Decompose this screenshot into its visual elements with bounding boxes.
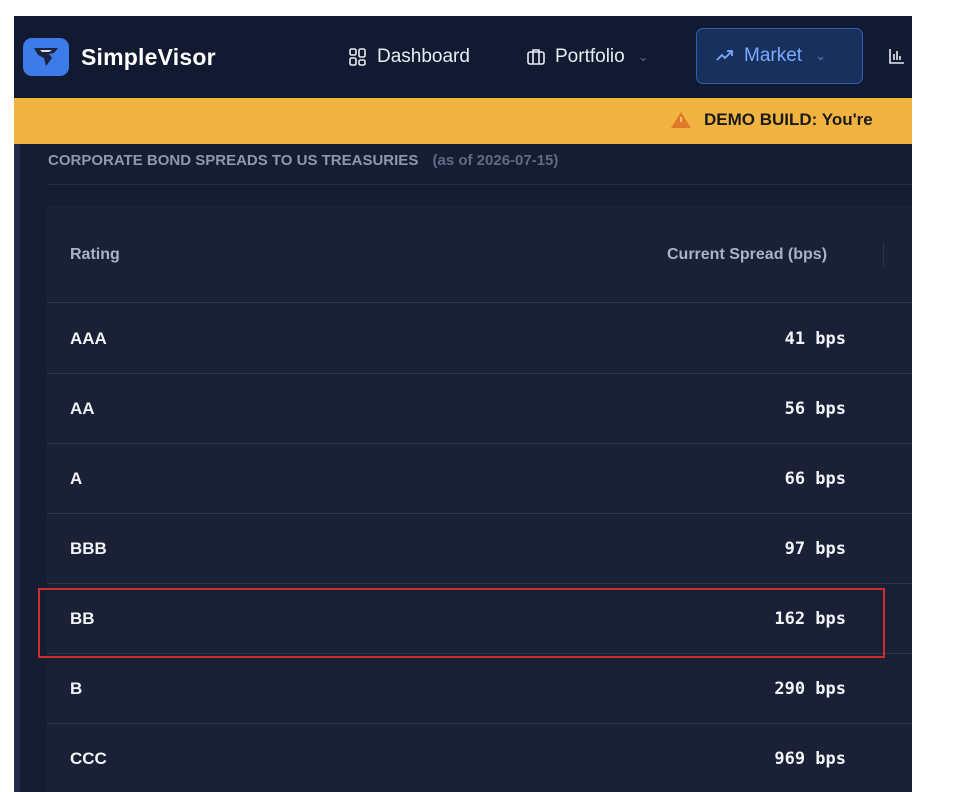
section-title: CORPORATE BOND SPREADS TO US TREASURIES … xyxy=(48,152,558,169)
trend-up-icon xyxy=(716,50,733,61)
column-header-spread[interactable]: Current Spread (bps) xyxy=(667,246,827,264)
demo-banner: DEMO BUILD: You're xyxy=(14,98,912,144)
nav-analytics[interactable] xyxy=(887,46,907,66)
grid-icon xyxy=(349,48,366,66)
left-rail xyxy=(14,144,20,792)
nav-market-label: Market xyxy=(744,45,803,66)
chevron-down-icon: ⌄ xyxy=(637,49,649,64)
table-row[interactable]: BBB 97 bps xyxy=(47,513,912,584)
table-row[interactable]: AAA 41 bps xyxy=(47,303,912,374)
spread-cell: 56 bps xyxy=(784,399,846,419)
table-row[interactable]: B 290 bps xyxy=(47,653,912,724)
brand-name[interactable]: SimpleVisor xyxy=(81,44,216,71)
warning-icon xyxy=(671,112,691,128)
briefcase-icon xyxy=(527,49,545,65)
table-row[interactable]: A 66 bps xyxy=(47,443,912,514)
hawk-logo-icon xyxy=(34,48,58,66)
table-header: Rating Current Spread (bps) xyxy=(47,206,912,303)
column-header-rating[interactable]: Rating xyxy=(70,246,120,264)
bar-chart-icon xyxy=(889,49,904,64)
rating-cell: AA xyxy=(70,399,95,418)
section-date: (as of 2026-07-15) xyxy=(432,152,559,169)
section-title-text: CORPORATE BOND SPREADS TO US TREASURIES xyxy=(48,152,419,169)
rating-cell: AAA xyxy=(70,329,107,348)
spread-cell: 41 bps xyxy=(784,329,846,349)
rating-cell: B xyxy=(70,679,83,698)
top-navbar: SimpleVisor Dashboard Portfolio ⌄ Market… xyxy=(14,16,912,99)
table-row[interactable]: CCC 969 bps xyxy=(47,723,912,792)
spread-cell: 969 bps xyxy=(774,749,846,769)
rating-cell: BB xyxy=(70,609,95,628)
nav-portfolio[interactable]: Portfolio ⌄ xyxy=(526,46,649,68)
divider xyxy=(48,184,912,185)
rating-cell: BBB xyxy=(70,539,107,558)
spread-cell: 290 bps xyxy=(774,679,846,699)
spread-cell: 97 bps xyxy=(784,539,846,559)
nav-dashboard[interactable]: Dashboard xyxy=(348,46,470,68)
chevron-down-icon: ⌄ xyxy=(815,48,826,63)
column-divider xyxy=(883,242,884,266)
table-row[interactable]: AA 56 bps xyxy=(47,373,912,444)
spread-cell: 162 bps xyxy=(774,609,846,629)
spreads-table: Rating Current Spread (bps) AAA 41 bps A… xyxy=(47,206,912,792)
brand-logo[interactable] xyxy=(23,38,69,76)
rating-cell: A xyxy=(70,469,83,488)
nav-dashboard-label: Dashboard xyxy=(377,46,470,67)
table-row[interactable]: BB 162 bps xyxy=(47,583,912,654)
nav-market[interactable]: Market ⌄ xyxy=(696,28,863,84)
app-window: SimpleVisor Dashboard Portfolio ⌄ Market… xyxy=(14,16,912,792)
nav-portfolio-label: Portfolio xyxy=(555,46,625,67)
spread-cell: 66 bps xyxy=(784,469,846,489)
rating-cell: CCC xyxy=(70,749,107,768)
banner-text: DEMO BUILD: You're xyxy=(704,110,873,129)
